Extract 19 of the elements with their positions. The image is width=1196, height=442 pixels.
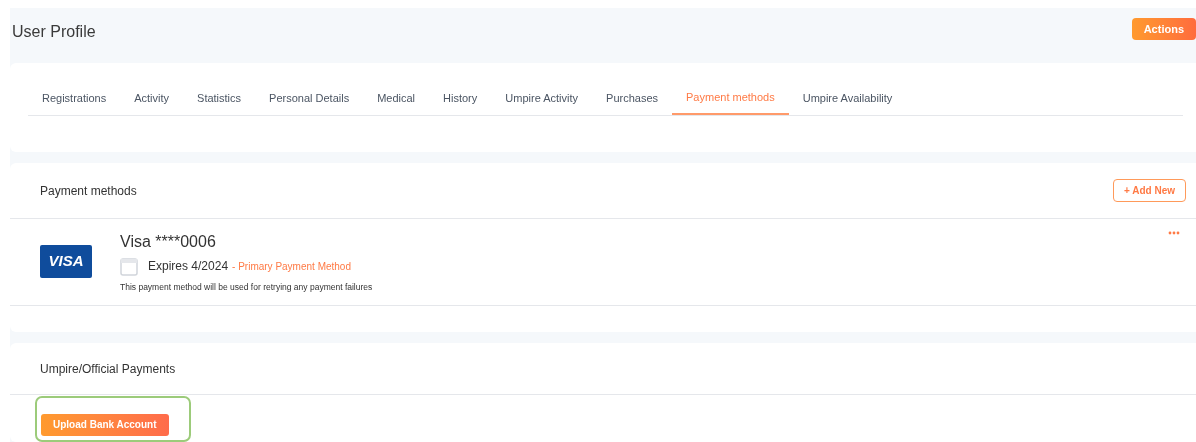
tab[interactable]: Purchases bbox=[592, 81, 673, 115]
tab[interactable]: Registrations bbox=[28, 81, 121, 115]
card-note: This payment method will be used for retrying any payment failures bbox=[120, 281, 373, 294]
card-name: Visa ****0006 bbox=[120, 233, 217, 251]
primary-label: - Primary Payment Method bbox=[232, 259, 351, 274]
tab[interactable]: Umpire Availability bbox=[788, 81, 907, 115]
tab[interactable]: History bbox=[429, 81, 492, 115]
tab[interactable]: Personal Details bbox=[255, 81, 364, 115]
section-title: Payment methods bbox=[40, 182, 137, 200]
tab[interactable]: Umpire Activity bbox=[491, 81, 593, 115]
tab[interactable]: Statistics bbox=[183, 81, 256, 115]
card-brand-logo: VISA bbox=[40, 245, 92, 278]
tab[interactable]: Activity bbox=[120, 81, 184, 115]
section-title: Umpire/Official Payments bbox=[40, 360, 176, 378]
calendar-icon bbox=[120, 256, 138, 276]
more-icon[interactable] bbox=[1168, 231, 1180, 235]
expiry-date: Expires 4/2024 bbox=[148, 258, 229, 275]
tab[interactable]: Medical bbox=[363, 81, 430, 115]
page-title: User Profile bbox=[12, 22, 96, 42]
